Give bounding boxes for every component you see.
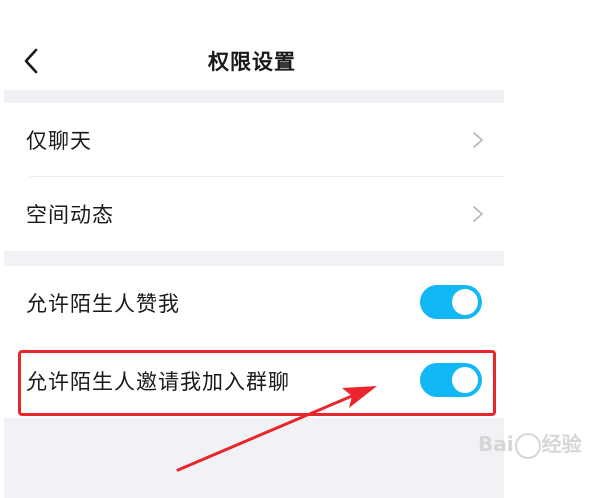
nav-header: 权限设置 — [0, 24, 504, 94]
chevron-right-icon — [473, 206, 483, 222]
settings-row-allow-stranger-likes: 允许陌生人赞我 — [4, 266, 504, 340]
allow-stranger-likes-toggle[interactable] — [420, 285, 482, 319]
settings-row-chat-only[interactable]: 仅聊天 — [4, 103, 504, 177]
settings-row-label: 空间动态 — [26, 203, 114, 227]
empty-background — [4, 418, 504, 498]
section-gap — [4, 251, 504, 266]
watermark: Bai 经验 — [478, 428, 582, 459]
watermark-prefix: Bai — [478, 432, 514, 456]
settings-row-label: 允许陌生人赞我 — [26, 292, 180, 316]
watermark-suffix: 经验 — [541, 432, 582, 456]
chevron-right-icon — [473, 132, 483, 148]
toggle-knob — [452, 367, 478, 393]
settings-row-space-updates[interactable]: 空间动态 — [4, 177, 504, 251]
allow-stranger-group-invite-toggle[interactable] — [420, 363, 482, 397]
paw-logo-icon — [514, 432, 541, 459]
permission-settings-screen: 权限设置 仅聊天 空间动态 允许陌生人赞我 允许陌生人邀请我加入群聊 — [0, 0, 504, 498]
section-gap — [4, 90, 504, 103]
settings-row-label: 仅聊天 — [26, 129, 92, 153]
page-title: 权限设置 — [208, 50, 296, 74]
settings-row-label: 允许陌生人邀请我加入群聊 — [26, 370, 290, 394]
toggle-knob — [452, 289, 478, 315]
settings-row-allow-stranger-group-invite: 允许陌生人邀请我加入群聊 — [4, 344, 504, 418]
